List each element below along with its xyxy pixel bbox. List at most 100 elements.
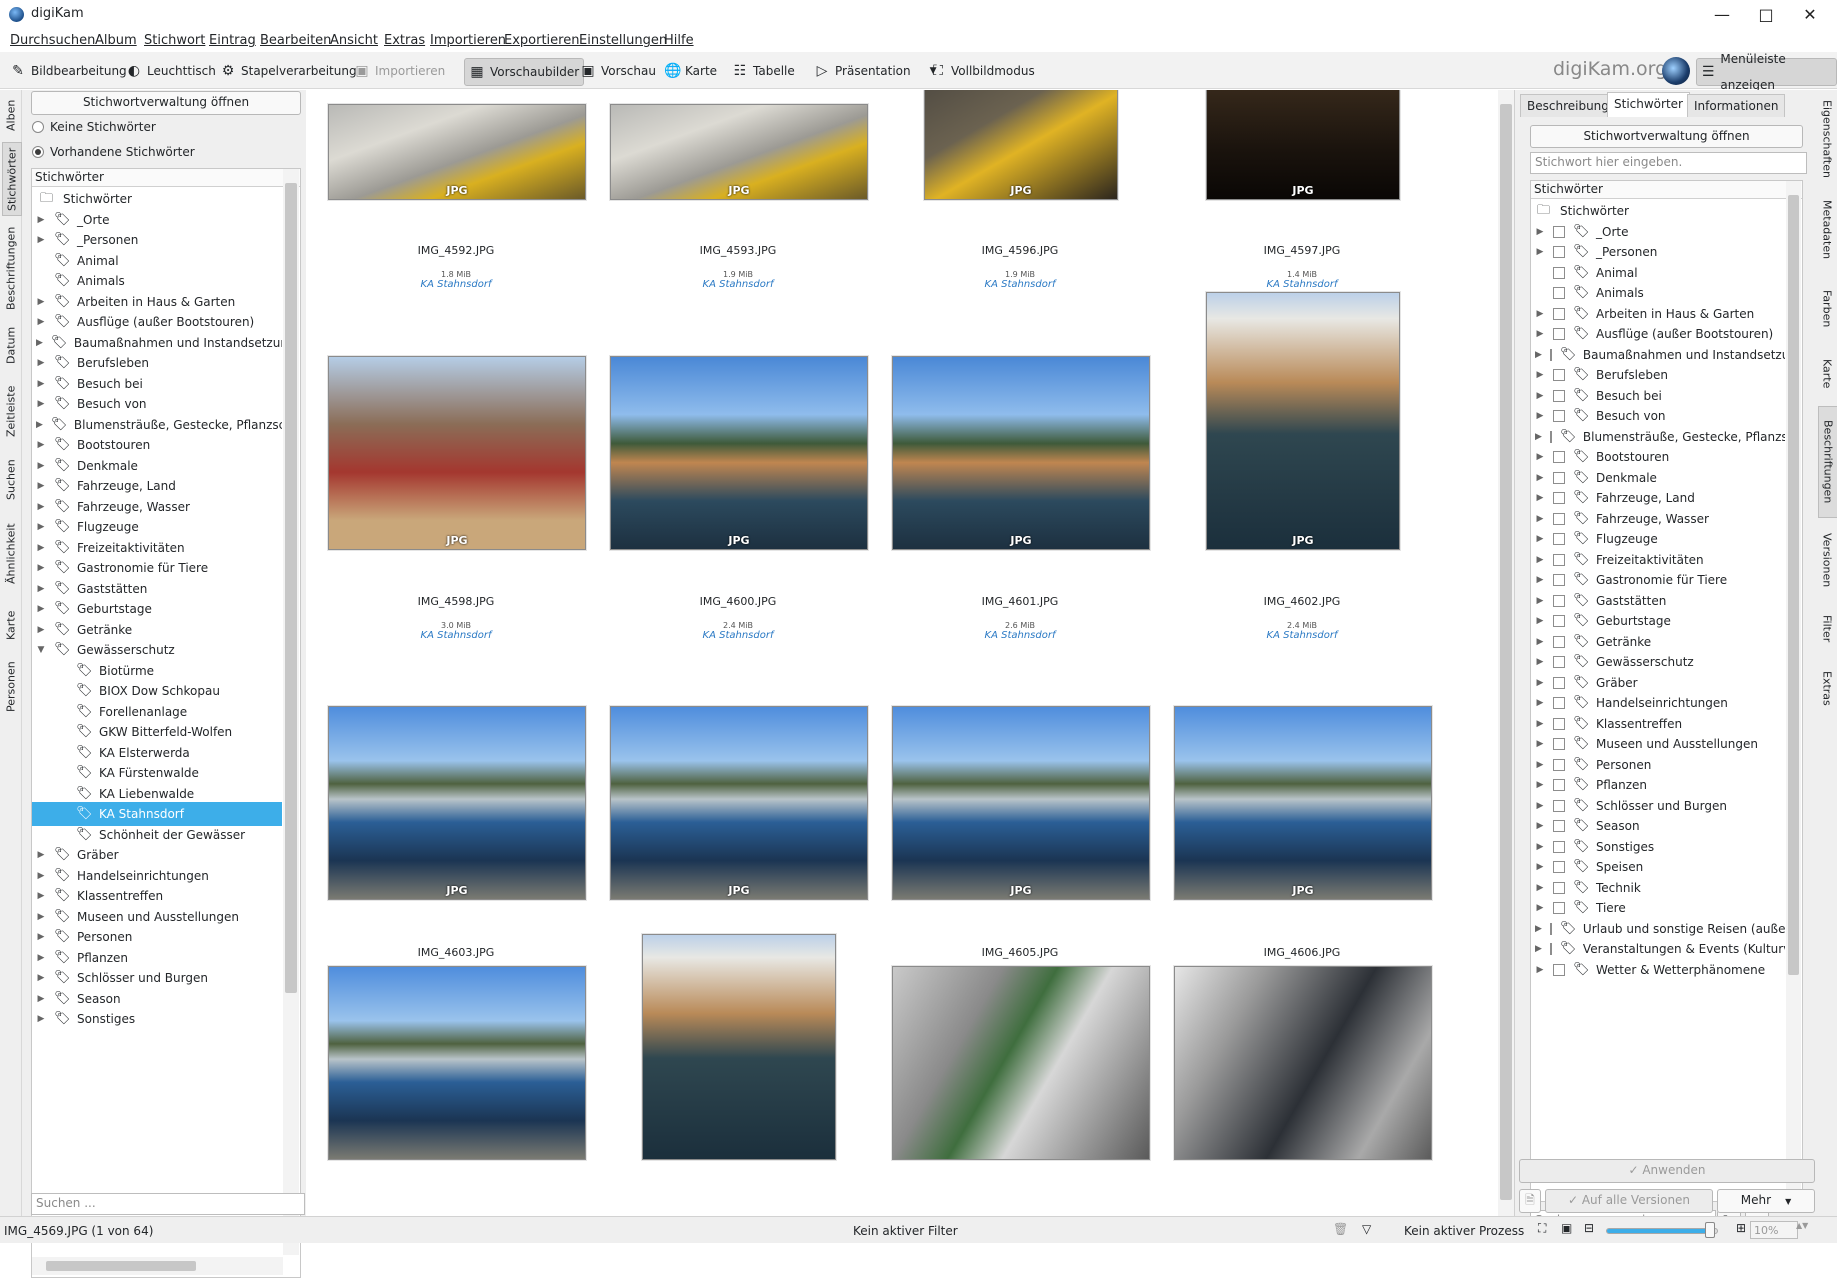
tag-checkbox[interactable] bbox=[1553, 779, 1565, 791]
image-editor-button[interactable]: ✎ Bildbearbeitung bbox=[6, 58, 131, 84]
zoom-in-icon[interactable]: ⊞ bbox=[1736, 1221, 1746, 1235]
expand-arrow-icon[interactable]: ▶ bbox=[1535, 493, 1545, 503]
tree-horizontal-scrollbar[interactable] bbox=[32, 1257, 283, 1275]
expand-arrow-icon[interactable]: ▶ bbox=[1535, 965, 1545, 975]
tab-eigenschaften[interactable]: Eigenschaften bbox=[1818, 94, 1836, 184]
thumbnail-image[interactable]: JPG bbox=[892, 356, 1150, 550]
menu-album[interactable]: Album bbox=[95, 33, 137, 48]
expand-arrow-icon[interactable]: ▶ bbox=[1535, 350, 1542, 360]
thumbnail-image[interactable]: JPG bbox=[1174, 706, 1432, 900]
expand-arrow-icon[interactable]: ▶ bbox=[1535, 575, 1545, 585]
tab-stichwoerter[interactable]: Stichwörter bbox=[2, 142, 22, 216]
tag-checkbox[interactable] bbox=[1553, 656, 1565, 668]
tab-filter[interactable]: Filter bbox=[1818, 604, 1836, 654]
tag-checkbox[interactable] bbox=[1549, 922, 1552, 935]
thumbnail-image[interactable]: JPG bbox=[610, 706, 868, 900]
close-icon[interactable]: ✕ bbox=[1788, 2, 1832, 28]
thumbnail-tag-link[interactable]: KA Stahnsdorf bbox=[336, 630, 576, 641]
thumbnail-image[interactable] bbox=[1174, 966, 1432, 1160]
menu-bearbeiten[interactable]: Bearbeiten bbox=[260, 33, 331, 48]
expand-arrow-icon[interactable]: ▶ bbox=[1535, 247, 1545, 257]
expand-arrow-icon[interactable]: ▶ bbox=[1535, 883, 1545, 893]
thumbnail-tag-link[interactable]: KA Stahnsdorf bbox=[618, 630, 858, 641]
tab-beschriftungen-right[interactable]: Beschriftungen bbox=[1818, 406, 1837, 518]
radio-button[interactable] bbox=[32, 121, 44, 133]
tag-checkbox[interactable] bbox=[1553, 676, 1565, 689]
open-tag-manager-button[interactable]: Stichwortverwaltung öffnen bbox=[31, 91, 301, 115]
expand-arrow-icon[interactable]: ▶ bbox=[36, 994, 46, 1004]
zoom-fit-icon[interactable]: ⛶ bbox=[1538, 1221, 1546, 1236]
thumbnail-tag-link[interactable]: KA Stahnsdorf bbox=[900, 279, 1140, 290]
menu-einstellungen[interactable]: Einstellungen bbox=[579, 33, 667, 48]
tag-checkbox[interactable] bbox=[1553, 512, 1565, 525]
expand-arrow-icon[interactable]: ▶ bbox=[1535, 432, 1542, 442]
expand-arrow-icon[interactable]: ▶ bbox=[1535, 616, 1545, 626]
apply-all-versions-button[interactable]: ✓ Auf alle Versionen anwenden bbox=[1545, 1189, 1713, 1227]
thumbnail-image[interactable]: JPG bbox=[1206, 292, 1400, 550]
tag-checkbox[interactable] bbox=[1549, 348, 1552, 361]
expand-arrow-icon[interactable]: ▶ bbox=[36, 584, 46, 594]
tab-informationen[interactable]: Informationen bbox=[1687, 94, 1786, 117]
tab-zeitleiste[interactable]: Zeitleiste bbox=[2, 374, 20, 448]
tag-checkbox[interactable] bbox=[1553, 225, 1565, 238]
expand-arrow-icon[interactable]: ▶ bbox=[36, 502, 46, 512]
expand-arrow-icon[interactable]: ▶ bbox=[1535, 596, 1545, 606]
expand-arrow-icon[interactable]: ▶ bbox=[36, 317, 46, 327]
expand-arrow-icon[interactable]: ▶ bbox=[36, 912, 46, 922]
expand-arrow-icon[interactable]: ▶ bbox=[36, 215, 46, 225]
radio-no-tags[interactable]: Keine Stichwörter bbox=[32, 120, 156, 134]
thumbnail-image[interactable]: JPG bbox=[1206, 90, 1400, 200]
tab-farben[interactable]: Farben bbox=[1818, 276, 1836, 342]
tab-karte[interactable]: Karte bbox=[2, 600, 20, 650]
tag-checkbox[interactable] bbox=[1553, 717, 1565, 730]
tree-header[interactable]: Stichwörter bbox=[32, 169, 300, 187]
tag-checkbox[interactable] bbox=[1553, 369, 1565, 381]
table-view-button[interactable]: ☷ Tabelle bbox=[728, 58, 799, 84]
thumbnail-tag-link[interactable]: KA Stahnsdorf bbox=[336, 279, 576, 290]
expand-arrow-icon[interactable]: ▶ bbox=[36, 235, 46, 245]
expand-arrow-icon[interactable]: ▶ bbox=[1535, 903, 1545, 913]
tab-suchen[interactable]: Suchen bbox=[2, 452, 20, 508]
radio-button[interactable] bbox=[32, 146, 44, 158]
thumbnails-view-button[interactable]: ▦ Vorschaubilder bbox=[464, 58, 585, 86]
tag-checkbox[interactable] bbox=[1553, 533, 1565, 545]
thumbnail-image[interactable]: JPG bbox=[610, 104, 868, 200]
expand-arrow-icon[interactable]: ▶ bbox=[36, 420, 43, 430]
expand-arrow-icon[interactable]: ▶ bbox=[1535, 780, 1545, 790]
menu-importieren[interactable]: Importieren bbox=[430, 33, 506, 48]
expand-arrow-icon[interactable]: ▶ bbox=[36, 481, 46, 491]
tag-checkbox[interactable] bbox=[1553, 881, 1565, 894]
grid-vertical-scrollbar[interactable] bbox=[1498, 90, 1514, 1216]
expand-arrow-icon[interactable]: ▶ bbox=[36, 973, 46, 983]
light-table-button[interactable]: ◐ Leuchttisch bbox=[122, 58, 220, 84]
tag-checkbox[interactable] bbox=[1553, 820, 1565, 832]
expand-arrow-icon[interactable]: ▶ bbox=[1535, 760, 1545, 770]
menu-hilfe[interactable]: Hilfe bbox=[664, 33, 694, 48]
collapse-arrow-icon[interactable]: ▼ bbox=[36, 645, 46, 655]
assign-tag-item-wetter-wetterphänomene[interactable]: ▶ 🏷 Wetter & Wetterphänomene bbox=[1531, 958, 1785, 982]
expand-arrow-icon[interactable]: ▶ bbox=[36, 1014, 46, 1024]
menu-exportieren[interactable]: Exportieren bbox=[504, 33, 579, 48]
expand-arrow-icon[interactable]: ▶ bbox=[36, 522, 46, 532]
tag-checkbox[interactable] bbox=[1553, 635, 1565, 648]
thumbnail-image[interactable]: JPG bbox=[328, 356, 586, 550]
tree-vertical-scrollbar[interactable] bbox=[1786, 181, 1801, 1189]
tag-checkbox[interactable] bbox=[1553, 410, 1565, 422]
tab-datum[interactable]: Datum bbox=[2, 320, 20, 370]
tree-vertical-scrollbar[interactable] bbox=[283, 169, 299, 1255]
fullscreen-button[interactable]: ⛶ Vollbildmodus bbox=[926, 58, 1039, 84]
apply-button[interactable]: ✓ Anwenden bbox=[1519, 1159, 1815, 1183]
tag-checkbox[interactable] bbox=[1553, 594, 1565, 607]
thumbnail-image[interactable]: JPG bbox=[328, 104, 586, 200]
expand-arrow-icon[interactable]: ▶ bbox=[1535, 411, 1545, 421]
spin-arrows-icon[interactable]: ▲▼ bbox=[1796, 1221, 1808, 1230]
expand-arrow-icon[interactable]: ▶ bbox=[1535, 739, 1545, 749]
maximize-icon[interactable]: □ bbox=[1744, 2, 1788, 28]
map-view-button[interactable]: 🌐 Karte bbox=[660, 58, 721, 84]
expand-arrow-icon[interactable]: ▶ bbox=[1535, 534, 1545, 544]
tag-checkbox[interactable] bbox=[1553, 451, 1565, 463]
expand-arrow-icon[interactable]: ▶ bbox=[1535, 309, 1545, 319]
tag-checkbox[interactable] bbox=[1549, 943, 1552, 955]
tab-karte-right[interactable]: Karte bbox=[1818, 346, 1836, 402]
expand-arrow-icon[interactable]: ▶ bbox=[36, 399, 46, 409]
